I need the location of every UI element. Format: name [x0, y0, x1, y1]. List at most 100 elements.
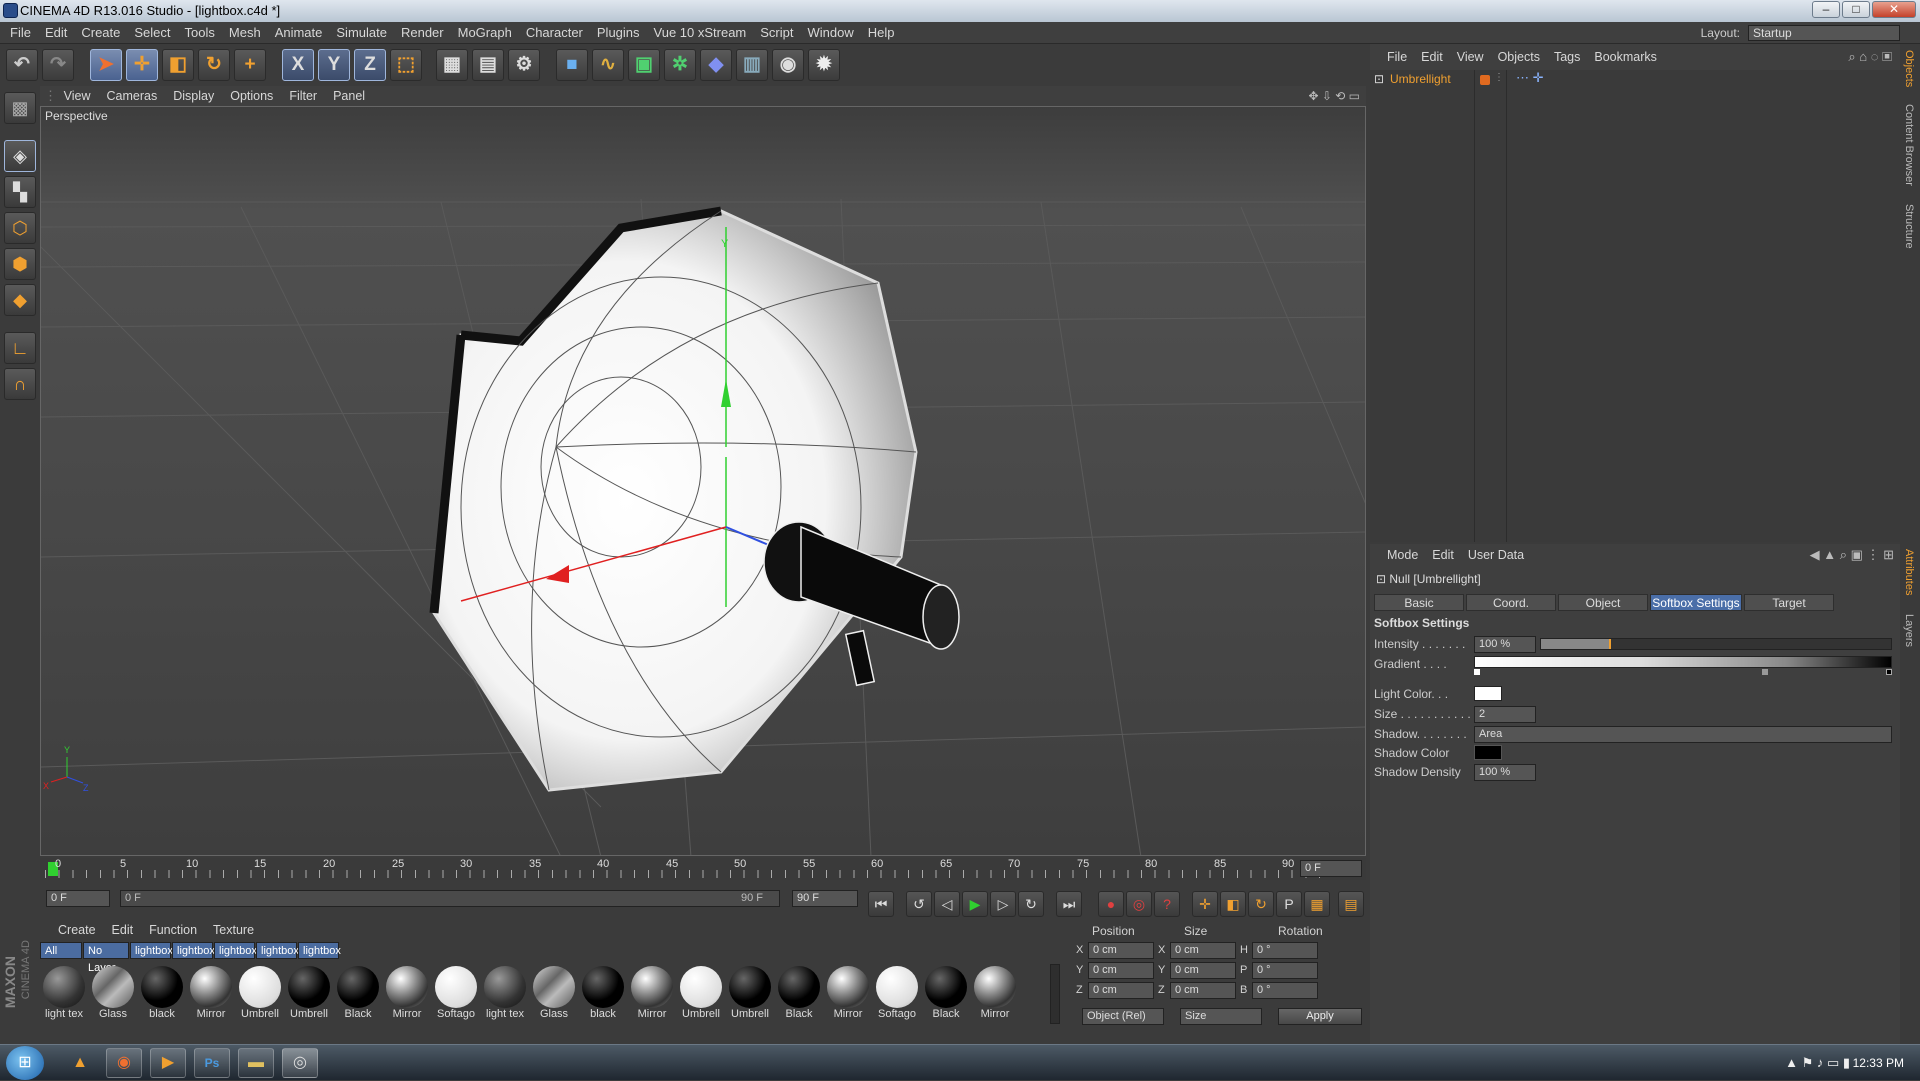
side-tab-content-browser[interactable]: Content Browser [1903, 104, 1915, 186]
tab-basic[interactable]: Basic [1374, 594, 1464, 611]
material-swatch[interactable]: Glass [89, 964, 137, 1024]
menu-script[interactable]: Script [753, 22, 800, 44]
move-icon[interactable]: ✛ [126, 49, 158, 81]
key-scale-icon[interactable]: ◧ [1220, 891, 1246, 917]
menu-window[interactable]: Window [801, 22, 861, 44]
frame-range-slider[interactable]: 0 F 90 F [120, 890, 780, 907]
viewport-menu-options[interactable]: Options [222, 86, 281, 106]
coord-position-field[interactable]: 0 cm [1088, 982, 1154, 999]
material-swatch[interactable]: Black [334, 964, 382, 1024]
x-axis-icon[interactable]: X [282, 49, 314, 81]
spline-icon[interactable]: ∿ [592, 49, 624, 81]
material-layer-tab[interactable]: lightbox [214, 942, 257, 959]
material-swatch[interactable]: Umbrell [677, 964, 725, 1024]
z-axis-icon[interactable]: Z [354, 49, 386, 81]
goto-start-icon[interactable]: ⏮ [868, 891, 894, 917]
key-pla-icon[interactable]: ▦ [1304, 891, 1330, 917]
gradient-knots[interactable] [1474, 669, 1892, 675]
scale-icon[interactable]: ◧ [162, 49, 194, 81]
viewport-menu-filter[interactable]: Filter [281, 86, 325, 106]
shadow-color-swatch[interactable] [1474, 745, 1502, 760]
visibility-dots-icon[interactable]: ⋮ [1494, 72, 1504, 83]
scene-icon[interactable]: ▥ [736, 49, 768, 81]
camera-icon[interactable]: ◉ [772, 49, 804, 81]
make-editable-icon[interactable]: ▩ [4, 92, 36, 124]
attribute-menu-edit[interactable]: Edit [1425, 544, 1461, 566]
material-layer-tab[interactable]: All [40, 942, 82, 959]
tab-target[interactable]: Target [1744, 594, 1834, 611]
y-axis-icon[interactable]: Y [318, 49, 350, 81]
points-mode-icon[interactable]: ⬡ [4, 212, 36, 244]
keyframe-selection-icon[interactable]: ? [1154, 891, 1180, 917]
material-swatch[interactable]: black [579, 964, 627, 1024]
undo-icon[interactable]: ↶ [6, 49, 38, 81]
material-layer-tab[interactable]: lightbox [298, 942, 341, 959]
menu-file[interactable]: File [3, 22, 38, 44]
tab-softbox-settings[interactable]: Softbox Settings [1650, 594, 1742, 611]
coord-position-field[interactable]: 0 cm [1088, 942, 1154, 959]
menu-select[interactable]: Select [127, 22, 177, 44]
shadow-select[interactable]: Area [1474, 726, 1892, 743]
material-scrollbar[interactable] [1050, 964, 1060, 1024]
attribute-menu-mode[interactable]: Mode [1380, 544, 1425, 566]
maximize-button[interactable]: □ [1842, 1, 1870, 18]
object-menu-bookmarks[interactable]: Bookmarks [1587, 44, 1664, 70]
texture-mode-icon[interactable]: ▚ [4, 176, 36, 208]
play-icon[interactable]: ▶ [962, 891, 988, 917]
key-parameter-icon[interactable]: P [1276, 891, 1302, 917]
menu-mesh[interactable]: Mesh [222, 22, 268, 44]
material-swatch[interactable]: Mirror [383, 964, 431, 1024]
menu-vue-xstream[interactable]: Vue 10 xStream [647, 22, 754, 44]
coord-position-field[interactable]: 0 cm [1088, 962, 1154, 979]
coord-size-field[interactable]: 0 cm [1170, 942, 1236, 959]
material-swatch[interactable]: Umbrell [726, 964, 774, 1024]
object-menu-objects[interactable]: Objects [1491, 44, 1547, 70]
gradient-bar[interactable] [1474, 656, 1892, 668]
side-tab-objects[interactable]: Objects [1903, 50, 1915, 87]
intensity-slider[interactable] [1540, 638, 1892, 650]
material-layer-tab[interactable]: lightbox [172, 942, 215, 959]
size-field[interactable]: 2 [1474, 706, 1536, 723]
attribute-nav-icons[interactable]: ◀ ▲ ⌕ ▣ ⋮ ⊞ [1810, 544, 1894, 566]
material-swatch[interactable]: Umbrell [236, 964, 284, 1024]
deformer-icon[interactable]: ◆ [700, 49, 732, 81]
material-menu-create[interactable]: Create [50, 920, 104, 940]
menu-character[interactable]: Character [519, 22, 590, 44]
polygons-mode-icon[interactable]: ◆ [4, 284, 36, 316]
timeline-ruler[interactable]: 0 5 10 15 20 25 30 35 40 45 50 55 60 65 … [40, 858, 1366, 880]
menu-edit[interactable]: Edit [38, 22, 74, 44]
material-layer-tab[interactable]: lightbox [256, 942, 299, 959]
side-tab-structure[interactable]: Structure [1903, 204, 1915, 249]
close-button[interactable]: ✕ [1872, 1, 1916, 18]
cinema4d-taskbar-icon[interactable]: ◎ [282, 1048, 318, 1078]
material-swatch[interactable]: Mirror [628, 964, 676, 1024]
material-swatch[interactable]: Glass [530, 964, 578, 1024]
end-frame-field[interactable]: 90 F [792, 890, 858, 907]
record-key-icon[interactable]: ● [1098, 891, 1124, 917]
array-icon[interactable]: ✲ [664, 49, 696, 81]
minimize-button[interactable]: – [1812, 1, 1840, 18]
explorer-taskbar-icon[interactable]: ▬ [238, 1048, 274, 1078]
material-layer-tab[interactable]: lightbox [130, 942, 173, 959]
object-menu-view[interactable]: View [1450, 44, 1491, 70]
current-frame-field[interactable]: 0 F [1300, 860, 1362, 877]
layout-select[interactable]: Startup [1748, 25, 1900, 41]
menu-plugins[interactable]: Plugins [590, 22, 647, 44]
object-name[interactable]: Umbrellight [1390, 72, 1451, 86]
start-frame-field[interactable]: 0 F [46, 890, 110, 907]
coord-size-field[interactable]: 0 cm [1170, 962, 1236, 979]
material-menu-function[interactable]: Function [141, 920, 205, 940]
prev-keyframe-icon[interactable]: ↺ [906, 891, 932, 917]
rotate-icon[interactable]: ↻ [198, 49, 230, 81]
material-layer-tab[interactable]: No Layer [83, 942, 129, 974]
menu-simulate[interactable]: Simulate [329, 22, 394, 44]
side-tab-attributes[interactable]: Attributes [1903, 549, 1915, 595]
shadow-density-field[interactable]: 100 % [1474, 764, 1536, 781]
object-menu-edit[interactable]: Edit [1414, 44, 1450, 70]
autokey-icon[interactable]: ◎ [1126, 891, 1152, 917]
next-keyframe-icon[interactable]: ↻ [1018, 891, 1044, 917]
layer-color-tag[interactable] [1480, 75, 1490, 85]
add-object-icon[interactable]: + [234, 49, 266, 81]
coord-rotation-field[interactable]: 0 ° [1252, 962, 1318, 979]
viewport-menu-cameras[interactable]: Cameras [99, 86, 166, 106]
